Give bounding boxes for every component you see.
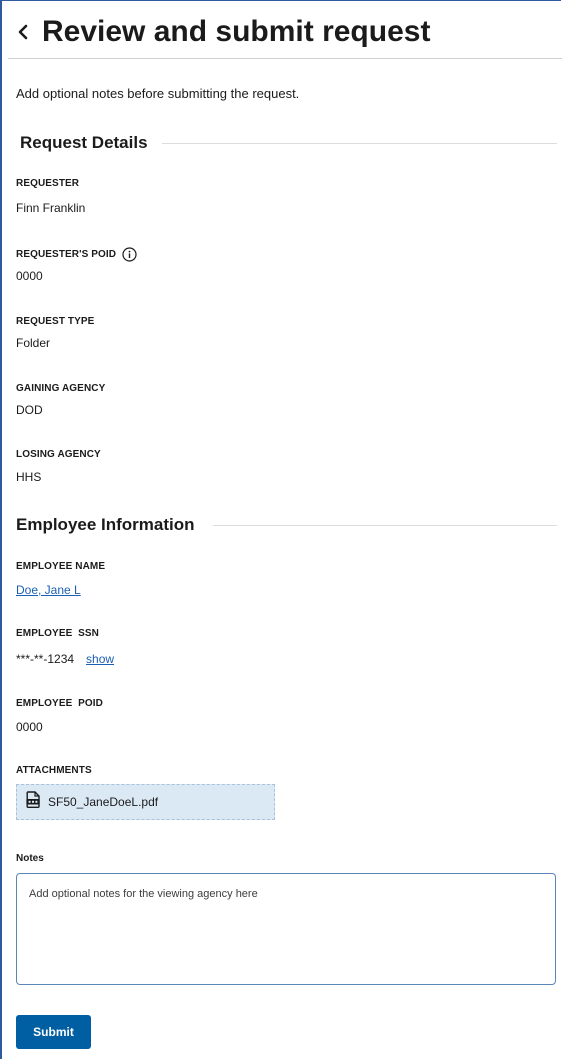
- requester-label: REQUESTER: [16, 178, 80, 189]
- section-divider: [212, 524, 557, 526]
- notes-textarea[interactable]: [16, 873, 556, 985]
- attachments-label: ATTACHMENTS: [16, 765, 92, 776]
- request-details-title: Request Details: [20, 133, 148, 152]
- employee-ssn-value: ***-**-1234: [16, 652, 75, 666]
- attachment-file-name: SF50_JaneDoeL.pdf: [48, 795, 159, 809]
- employee-name-link[interactable]: Doe, Jane L: [16, 583, 81, 597]
- requester-poid-value: 0000: [16, 269, 43, 283]
- requester-poid-label-row: REQUESTER'S POID: [16, 247, 137, 262]
- page-header: Review and submit request: [16, 12, 430, 52]
- pdf-file-icon: [26, 791, 40, 813]
- request-type-label: REQUEST TYPE: [16, 316, 95, 327]
- requester-value: Finn Franklin: [16, 201, 86, 215]
- header-divider: [8, 58, 562, 59]
- employee-name-label: EMPLOYEE NAME: [16, 561, 106, 572]
- request-details-heading: Request Details: [20, 133, 557, 153]
- gaining-agency-value: DOD: [16, 403, 43, 417]
- intro-text: Add optional notes before submitting the…: [16, 86, 300, 101]
- employee-poid-label: EMPLOYEE POID: [16, 698, 103, 709]
- request-type-value: Folder: [16, 336, 51, 350]
- employee-poid-value: 0000: [16, 720, 43, 734]
- employee-ssn-row: ***-**-1234 show: [16, 652, 114, 666]
- employee-ssn-label: EMPLOYEE SSN: [16, 628, 99, 639]
- attachment-file[interactable]: SF50_JaneDoeL.pdf: [16, 784, 275, 820]
- info-icon[interactable]: [122, 247, 137, 262]
- losing-agency-value: HHS: [16, 470, 42, 484]
- gaining-agency-label: GAINING AGENCY: [16, 383, 106, 394]
- submit-button[interactable]: Submit: [16, 1015, 91, 1049]
- chevron-left-icon[interactable]: [16, 17, 38, 47]
- notes-label: Notes: [16, 853, 44, 864]
- employee-information-heading: Employee Information: [16, 515, 557, 535]
- losing-agency-label: LOSING AGENCY: [16, 449, 101, 460]
- section-divider: [161, 142, 557, 144]
- page-title: Review and submit request: [42, 15, 431, 48]
- employee-information-title: Employee Information: [16, 515, 195, 534]
- show-ssn-link[interactable]: show: [86, 652, 114, 666]
- requester-poid-label: REQUESTER'S POID: [16, 249, 117, 260]
